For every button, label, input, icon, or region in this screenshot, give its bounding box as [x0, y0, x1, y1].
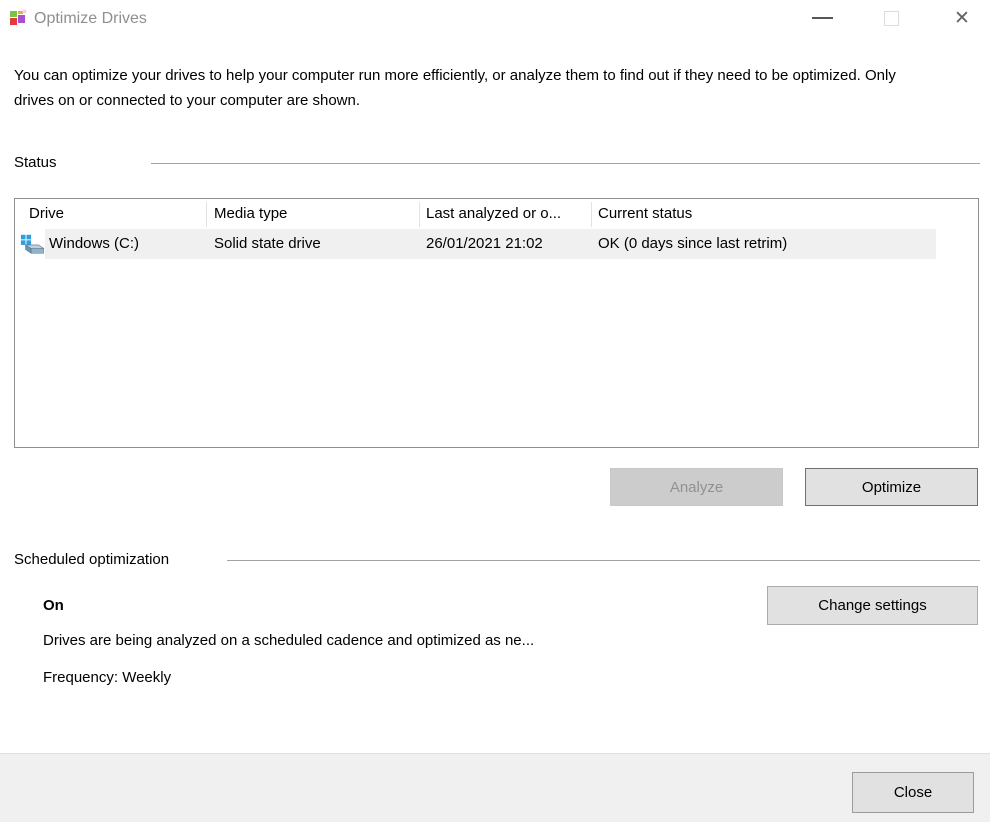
system-drive-icon	[20, 232, 44, 256]
status-divider	[151, 163, 980, 164]
window-title: Optimize Drives	[34, 0, 147, 38]
column-separator	[419, 202, 420, 227]
scheduled-state: On	[43, 597, 64, 614]
maximize-button[interactable]	[873, 4, 909, 32]
optimize-button[interactable]: Optimize	[805, 468, 978, 506]
titlebar: Optimize Drives ✕	[0, 0, 990, 38]
close-window-button[interactable]: ✕	[942, 2, 982, 34]
column-header-current-status[interactable]: Current status	[598, 199, 968, 229]
drives-list: Drive Media type Last analyzed or o... C…	[14, 198, 979, 448]
cell-media-type: Solid state drive	[214, 229, 321, 259]
drives-list-header: Drive Media type Last analyzed or o... C…	[15, 199, 978, 229]
scheduled-description: Drives are being analyzed on a scheduled…	[43, 632, 534, 649]
optimize-drives-app-icon	[8, 8, 28, 28]
column-header-media-type[interactable]: Media type	[214, 199, 414, 229]
scheduled-frequency: Frequency: Weekly	[43, 669, 171, 686]
footer	[0, 753, 990, 822]
scheduled-divider	[227, 560, 980, 561]
column-header-drive[interactable]: Drive	[29, 199, 199, 229]
optimize-drives-window: Optimize Drives ✕ You can optimize your …	[0, 0, 990, 822]
cell-last-analyzed: 26/01/2021 21:02	[426, 229, 543, 259]
change-settings-button[interactable]: Change settings	[767, 586, 978, 625]
close-icon: ✕	[954, 7, 970, 30]
analyze-button[interactable]: Analyze	[610, 468, 783, 506]
close-button[interactable]: Close	[852, 772, 974, 813]
maximize-icon	[884, 11, 899, 26]
column-header-last-analyzed[interactable]: Last analyzed or o...	[426, 199, 588, 229]
description-text: You can optimize your drives to help you…	[14, 63, 924, 113]
column-separator	[206, 202, 207, 227]
drive-row[interactable]: Windows (C:) Solid state drive 26/01/202…	[15, 229, 978, 259]
cell-drive-name: Windows (C:)	[49, 229, 139, 259]
cell-current-status: OK (0 days since last retrim)	[598, 229, 787, 259]
minimize-button[interactable]	[804, 4, 840, 32]
status-section-label: Status	[14, 154, 57, 171]
scheduled-optimization-label: Scheduled optimization	[14, 551, 169, 568]
minimize-icon	[812, 17, 833, 19]
column-separator	[591, 202, 592, 227]
